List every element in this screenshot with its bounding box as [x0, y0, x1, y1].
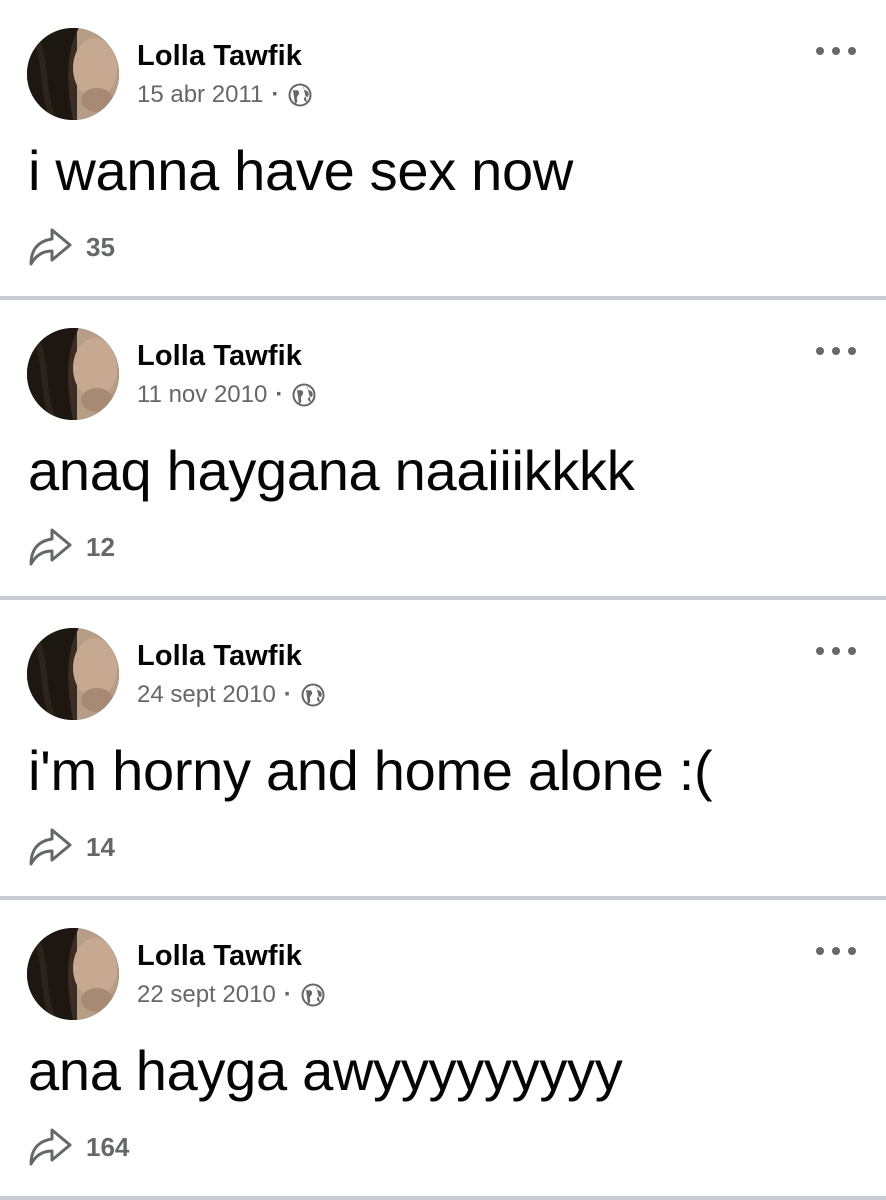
share-button[interactable]: 12	[26, 526, 115, 568]
globe-icon	[300, 982, 326, 1008]
post-text: anaq haygana naaiiikkkk	[28, 439, 635, 502]
more-options-icon	[816, 947, 824, 955]
globe-icon	[291, 382, 317, 408]
post-date[interactable]: 11 nov 2010	[137, 381, 267, 409]
author-name[interactable]: Lolla Tawfik	[137, 640, 302, 673]
more-options-button[interactable]	[816, 936, 856, 966]
avatar[interactable]	[27, 928, 119, 1020]
avatar-image	[27, 328, 119, 420]
post-meta: 24 sept 2010 ·	[137, 681, 326, 709]
post: Lolla Tawfik 15 abr 2011 · i wanna have …	[0, 0, 886, 300]
avatar-image	[27, 928, 119, 1020]
post-date[interactable]: 15 abr 2011	[137, 81, 263, 109]
share-arrow-icon	[29, 828, 72, 866]
avatar[interactable]	[27, 628, 119, 720]
post-meta: 11 nov 2010 ·	[137, 381, 317, 409]
post: Lolla Tawfik 11 nov 2010 · anaq haygana …	[0, 300, 886, 600]
more-options-button[interactable]	[816, 336, 856, 366]
avatar-image	[27, 28, 119, 120]
more-options-icon	[816, 647, 824, 655]
post-date[interactable]: 22 sept 2010	[137, 981, 276, 1009]
post-meta: 15 abr 2011 ·	[137, 81, 313, 109]
share-count: 12	[86, 531, 115, 562]
more-options-icon	[816, 47, 824, 55]
share-count: 14	[86, 831, 115, 862]
avatar[interactable]	[27, 28, 119, 120]
more-options-button[interactable]	[816, 636, 856, 666]
post: Lolla Tawfik 22 sept 2010 · ana hayga aw…	[0, 900, 886, 1200]
globe-icon	[287, 82, 313, 108]
share-button[interactable]: 14	[26, 826, 115, 868]
author-name[interactable]: Lolla Tawfik	[137, 940, 302, 973]
post-date[interactable]: 24 sept 2010	[137, 681, 276, 709]
more-options-button[interactable]	[816, 36, 856, 66]
meta-separator: ·	[283, 681, 292, 708]
author-name[interactable]: Lolla Tawfik	[137, 340, 302, 373]
globe-icon	[300, 682, 326, 708]
share-arrow-icon	[29, 1128, 72, 1166]
avatar[interactable]	[27, 328, 119, 420]
meta-separator: ·	[271, 81, 280, 108]
meta-separator: ·	[283, 981, 292, 1008]
feed: Lolla Tawfik 15 abr 2011 · i wanna have …	[0, 0, 886, 1200]
author-name[interactable]: Lolla Tawfik	[137, 40, 302, 73]
avatar-image	[27, 628, 119, 720]
more-options-icon	[816, 347, 824, 355]
post-meta: 22 sept 2010 ·	[137, 981, 326, 1009]
share-arrow-icon	[29, 228, 72, 266]
share-count: 35	[86, 231, 115, 262]
share-count: 164	[86, 1131, 130, 1162]
meta-separator: ·	[275, 381, 284, 408]
share-arrow-icon	[29, 528, 72, 566]
post-text: i'm horny and home alone :(	[28, 739, 713, 802]
post-text: ana hayga awyyyyyyyyy	[28, 1039, 623, 1102]
post-text: i wanna have sex now	[28, 139, 574, 202]
share-button[interactable]: 164	[26, 1126, 129, 1168]
post: Lolla Tawfik 24 sept 2010 · i'm horny an…	[0, 600, 886, 900]
share-button[interactable]: 35	[26, 226, 115, 268]
